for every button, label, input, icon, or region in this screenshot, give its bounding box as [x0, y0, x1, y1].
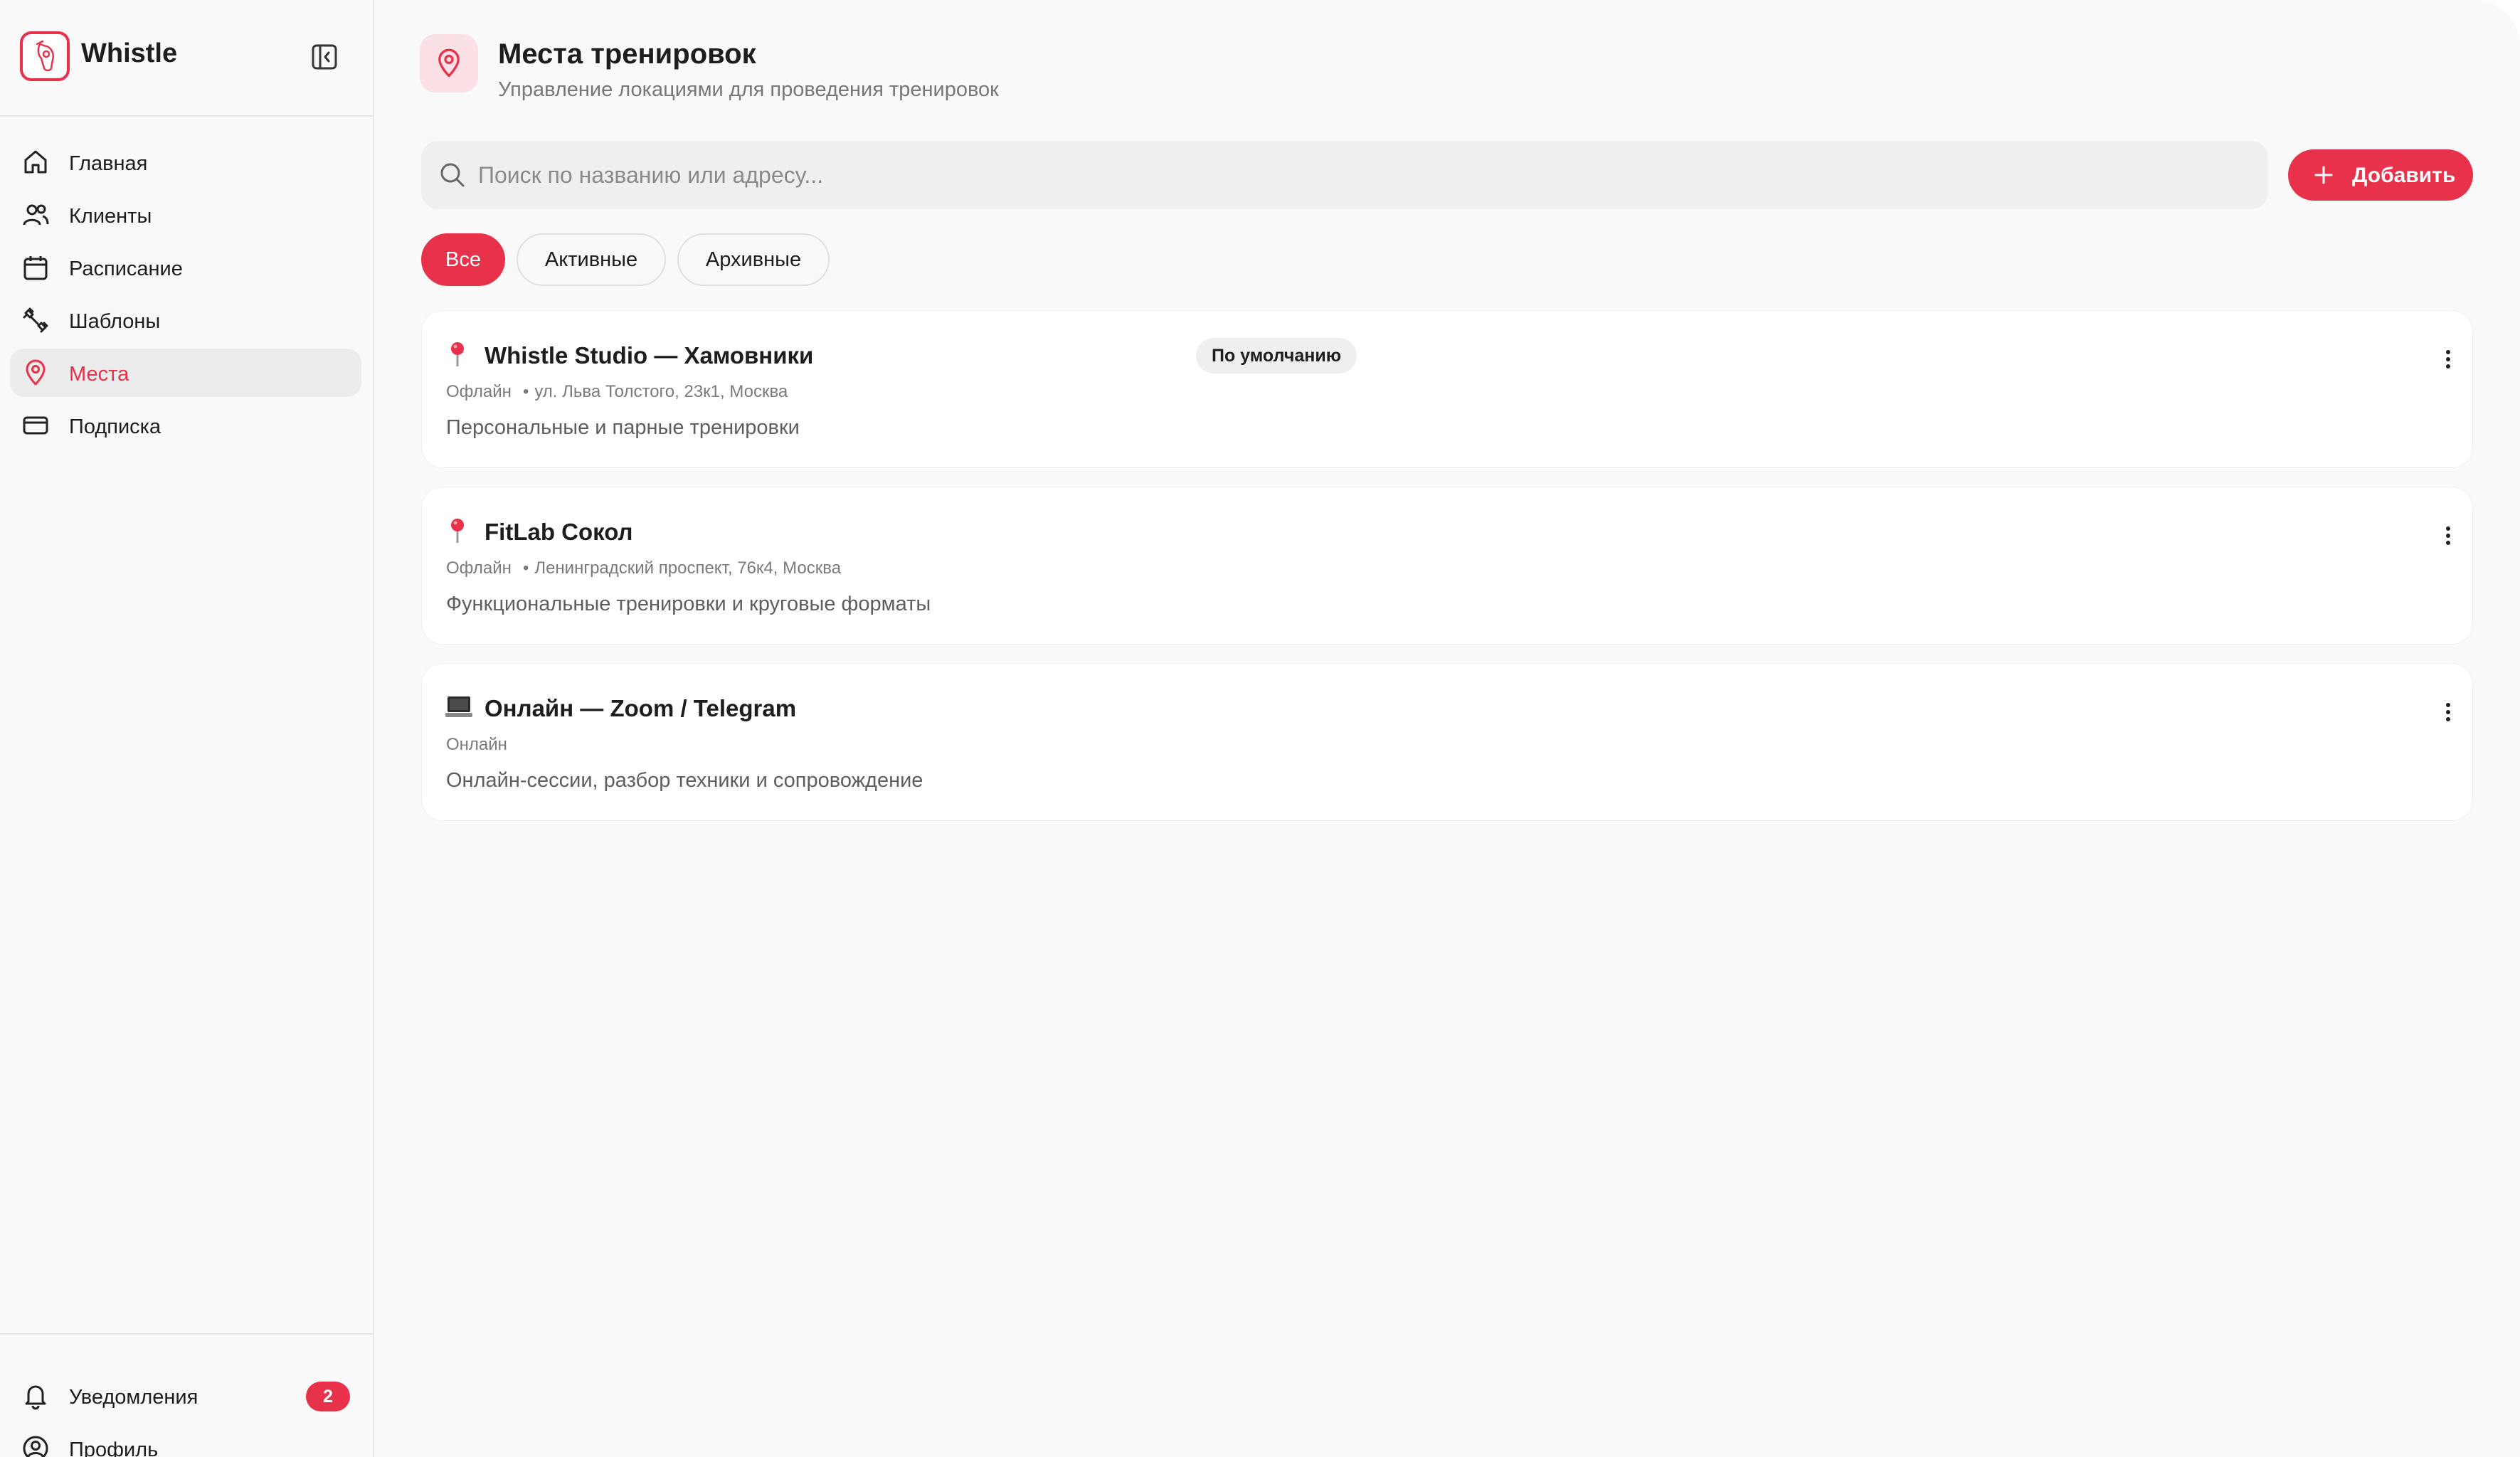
laptop-icon: [445, 692, 473, 721]
user-circle-icon: [21, 1434, 50, 1457]
location-type: Онлайн: [446, 735, 507, 754]
sidebar-item-label: Подписка: [69, 415, 162, 438]
page-title: Места тренировок: [498, 38, 756, 70]
more-options-icon[interactable]: [2441, 521, 2455, 550]
location-description: Функциональные тренировки и круговые фор…: [446, 593, 931, 615]
pushpin-icon: [445, 339, 473, 368]
filter-all[interactable]: Все: [421, 233, 505, 286]
location-address: ул. Льва Толстого, 23к1, Москва: [534, 382, 788, 401]
location-description: Персональные и парные тренировки: [446, 416, 800, 439]
filter-active[interactable]: Активные: [517, 233, 666, 286]
main-content: Места тренировок Управление локациями дл…: [374, 0, 2520, 1457]
more-options-icon[interactable]: [2441, 345, 2455, 373]
sidebar-header: Whistle: [0, 0, 373, 117]
sidebar-item-label: Клиенты: [69, 205, 152, 228]
bell-icon: [21, 1382, 50, 1410]
notifications-label: Уведомления: [69, 1386, 198, 1409]
calendar-icon: [21, 253, 50, 282]
location-meta: Офлайн • ул. Льва Толстого, 23к1, Москва: [446, 382, 788, 401]
users-icon: [21, 201, 50, 229]
search-box: [421, 141, 2268, 209]
location-description: Онлайн-сессии, разбор техники и сопровож…: [446, 769, 923, 792]
location-card[interactable]: Онлайн — Zoom / Telegram Онлайн Онлайн-с…: [421, 663, 2473, 821]
app-name: Whistle: [81, 38, 178, 68]
sidebar-item-label: Главная: [69, 152, 148, 175]
pushpin-icon: [445, 516, 473, 544]
sidebar-item-clients[interactable]: Клиенты: [10, 191, 361, 239]
profile-label: Профиль: [69, 1439, 159, 1457]
sidebar-item-notifications[interactable]: Уведомления 2: [10, 1372, 361, 1420]
sidebar: Whistle Главная Клиенты Расписание Шабло…: [0, 0, 374, 1457]
filter-archived[interactable]: Архивные: [677, 233, 830, 286]
location-meta: Офлайн • Ленинградский проспект, 76к4, Мос…: [446, 558, 842, 578]
sidebar-item-label: Шаблоны: [69, 310, 161, 333]
sidebar-collapse-icon[interactable]: [310, 43, 339, 71]
search-input[interactable]: [478, 141, 2243, 209]
sidebar-item-schedule[interactable]: Расписание: [10, 243, 361, 292]
sidebar-item-subscription[interactable]: Подписка: [10, 401, 361, 450]
location-meta: Онлайн: [446, 735, 507, 755]
sidebar-nav: Главная Клиенты Расписание Шаблоны Места…: [10, 138, 361, 454]
notifications-count-badge: 2: [306, 1382, 350, 1411]
add-button-label: Добавить: [2352, 164, 2456, 187]
sidebar-item-label: Места: [69, 363, 129, 386]
sidebar-footer: Уведомления 2 Профиль: [0, 1333, 373, 1457]
location-address: Ленинградский проспект, 76к4, Москва: [534, 558, 842, 578]
sidebar-item-profile[interactable]: Профиль: [10, 1424, 361, 1457]
page-subtitle: Управление локациями для проведения трен…: [498, 78, 999, 101]
sidebar-item-home[interactable]: Главная: [10, 138, 361, 186]
location-card[interactable]: FitLab Сокол Офлайн • Ленинградский проспе…: [421, 487, 2473, 645]
search-icon: [440, 163, 465, 187]
app-logo-icon[interactable]: [20, 31, 70, 81]
plus-icon: [2314, 166, 2333, 184]
map-pin-icon: [21, 359, 50, 387]
location-type: Офлайн: [446, 382, 512, 401]
location-card[interactable]: Whistle Studio — Хамовники По умолчанию …: [421, 310, 2473, 468]
app-window: Whistle Главная Клиенты Расписание Шабло…: [0, 0, 2520, 1457]
map-pin-icon: [420, 34, 478, 92]
credit-card-icon: [21, 411, 50, 440]
location-name: FitLab Сокол: [485, 519, 633, 545]
sidebar-item-label: Расписание: [69, 258, 183, 280]
location-type: Офлайн: [446, 558, 512, 578]
location-name: Whistle Studio — Хамовники: [485, 342, 814, 369]
sidebar-item-templates[interactable]: Шаблоны: [10, 296, 361, 344]
dumbbell-icon: [21, 306, 50, 334]
default-badge: По умолчанию: [1196, 338, 1357, 373]
home-icon: [21, 148, 50, 176]
sidebar-item-places[interactable]: Места: [10, 349, 361, 397]
more-options-icon[interactable]: [2441, 698, 2455, 726]
add-location-button[interactable]: Добавить: [2288, 149, 2473, 201]
location-name: Онлайн — Zoom / Telegram: [485, 695, 797, 721]
